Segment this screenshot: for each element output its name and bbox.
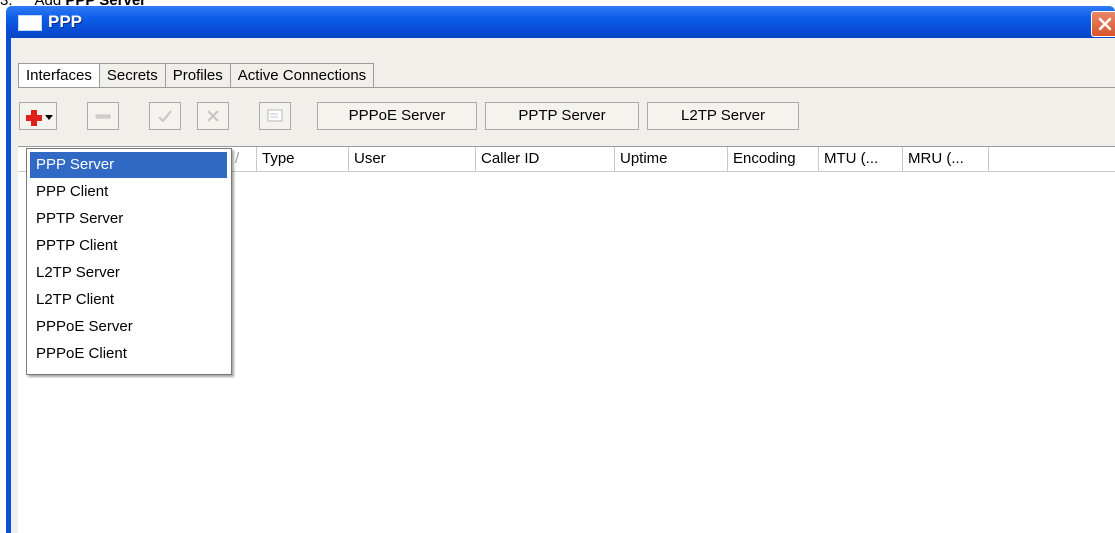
comment-button[interactable] (259, 102, 291, 130)
disable-button[interactable] (197, 102, 229, 130)
title-bar[interactable]: PPP (6, 6, 1115, 38)
x-icon (207, 110, 219, 122)
l2tp-server-button[interactable]: L2TP Server (647, 102, 799, 130)
comment-icon (267, 109, 283, 122)
column-header-encoding[interactable]: Encoding (727, 147, 818, 171)
menu-item-pptp-client[interactable]: PPTP Client (30, 233, 227, 259)
window-icon (18, 15, 42, 31)
menu-item-l2tp-client[interactable]: L2TP Client (30, 287, 227, 313)
menu-item-pptp-server[interactable]: PPTP Server (30, 206, 227, 232)
remove-button[interactable] (87, 102, 119, 130)
menu-item-pppoe-client[interactable]: PPPoE Client (30, 341, 227, 367)
column-header-uptime[interactable]: Uptime (614, 147, 727, 171)
plus-icon (26, 110, 42, 126)
window-title: PPP (48, 12, 83, 31)
menu-item-ppp-server[interactable]: PPP Server (30, 152, 227, 178)
column-header-type[interactable]: Type (256, 147, 348, 171)
column-header-mtu[interactable]: MTU (... (818, 147, 902, 171)
menu-item-ppp-client[interactable]: PPP Client (30, 179, 227, 205)
close-button[interactable] (1091, 11, 1115, 37)
ppp-window: PPP Interfaces Secrets Profiles Active C… (6, 6, 1115, 533)
tab-divider (18, 87, 1115, 88)
column-header-caller-id[interactable]: Caller ID (475, 147, 614, 171)
tab-interfaces[interactable]: Interfaces (18, 63, 100, 87)
enable-button[interactable] (149, 102, 181, 130)
check-icon (158, 110, 172, 123)
add-button[interactable] (19, 102, 57, 130)
minus-icon (95, 114, 111, 119)
pppoe-server-button[interactable]: PPPoE Server (317, 102, 477, 130)
column-header-mru[interactable]: MRU (... (902, 147, 988, 171)
menu-item-pppoe-server[interactable]: PPPoE Server (30, 314, 227, 340)
tab-strip: Interfaces Secrets Profiles Active Conne… (18, 63, 375, 87)
column-header-empty (988, 147, 1108, 171)
tab-active-connections[interactable]: Active Connections (229, 63, 375, 87)
column-header-user[interactable]: User (348, 147, 475, 171)
tab-profiles[interactable]: Profiles (164, 63, 231, 87)
pptp-server-button[interactable]: PPTP Server (485, 102, 639, 130)
tab-secrets[interactable]: Secrets (98, 63, 166, 87)
chevron-down-icon (45, 115, 53, 120)
add-dropdown-menu: PPP Server PPP Client PPTP Server PPTP C… (26, 148, 232, 375)
close-icon (1098, 17, 1112, 31)
menu-item-l2tp-server[interactable]: L2TP Server (30, 260, 227, 286)
